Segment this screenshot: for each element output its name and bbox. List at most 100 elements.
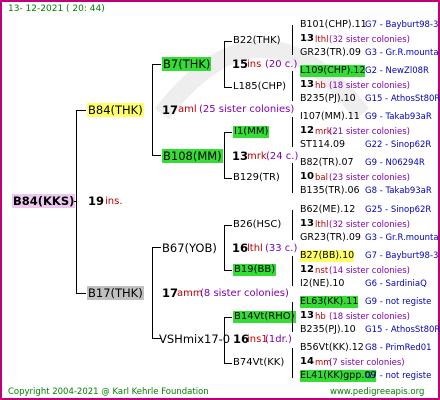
gen3-name-1[interactable]: L185(CHP) [233,81,286,93]
gen3-name-4[interactable]: B26(HSC) [233,219,281,231]
gen2-note-2: (33 c.) [265,243,298,254]
gen1-year-1: 17 [162,286,179,300]
connector [292,71,293,101]
gen1-tag-1: amm [177,288,203,299]
gen3-name-0[interactable]: B22(THK) [233,35,281,47]
connector [292,348,293,378]
gen4-dam-name[interactable]: B235(PJ).10 [300,324,356,336]
gen2-note-3: (1dr.) [265,334,292,345]
gen4-tag: lthl [315,35,329,45]
gen2-year-0: 15 [232,57,249,71]
gen3-name-5[interactable]: B19(BB) [233,264,277,276]
gen1-year-0: 17 [162,103,179,117]
gen2-name-0[interactable]: B7(THK) [162,57,212,71]
connector [76,110,77,294]
gen2-tag-1: mrk [247,151,267,162]
gen3-name-2[interactable]: I1(MM) [233,126,270,138]
gen1-note-0: (25 sister colonies) [199,104,295,115]
gen1-name-0[interactable]: B84(THK) [87,103,144,117]
connector [224,225,232,226]
connector [224,41,232,42]
gen4-note: (18 sister colonies) [329,312,410,322]
gen4-note: (18 sister colonies) [329,81,410,91]
gen1-name-1[interactable]: B17(THK) [87,286,144,300]
connector [152,247,153,339]
connector [224,87,232,88]
connector [224,178,232,179]
gen4-note: (32 sister colonies) [329,35,410,45]
gen3-name-6[interactable]: B14Vt(RHO) [233,311,296,323]
gen4-note: (21 sister colonies) [329,127,410,137]
gen4-dam-ref: G8 - Takab93aR [365,186,432,196]
gen4-sire-ref: G9 - not registe [365,297,432,307]
gen4-tag: hb [315,81,326,91]
gen2-note-1: (24 c.) [266,151,299,162]
gen2-name-2[interactable]: B67(YOB) [162,241,217,255]
gen4-sire-ref: G7 - Bayburt98-3 [365,251,439,261]
gen4-dam-ref: G3 - Gr.R.mounta [365,233,439,243]
gen2-tag-2: lthl [247,243,263,254]
gen4-year: 12 [300,125,314,136]
root-year: 19 [88,194,105,208]
gen2-name-1[interactable]: B108(MM) [162,149,223,163]
gen4-sire-name[interactable]: B27(BB).10 [300,250,355,262]
gen4-sire-name[interactable]: L109(CHP).12 [300,65,366,77]
gen4-sire-name[interactable]: EL63(KK).11 [300,296,359,308]
connector [292,302,293,332]
gen4-note: (14 sister colonies) [329,266,410,276]
root-name[interactable]: B84(KKS) [12,194,76,208]
connector [152,247,161,248]
gen2-tag-0: ins [247,59,262,70]
footer-copyright: Copyright 2004-2021 @ Karl Kehrle Founda… [8,387,209,397]
gen1-note-1: (8 sister colonies) [200,288,289,299]
connector [74,201,76,202]
gen4-tag: lthl [315,220,329,230]
connector [224,132,232,133]
gen2-note-0: (20 c.) [265,59,298,70]
connector [292,117,293,147]
connector [292,163,293,193]
connector [224,41,225,88]
gen4-dam-ref: G22 - Sinop62R [365,140,432,150]
gen4-dam-ref: G6 - SardiniaQ [365,279,427,289]
gen4-dam-ref: G15 - AthosSt80R [365,94,440,104]
connector [152,155,161,156]
gen4-sire-ref: G7 - Bayburt98-3 [365,20,439,30]
gen4-dam-name[interactable]: I2(NE).10 [300,278,344,290]
connector [224,225,225,271]
connector [292,25,293,55]
gen4-year: 13 [300,218,314,229]
gen4-sire-name[interactable]: B62(ME).12 [300,204,355,216]
gen4-note: (32 sister colonies) [329,220,410,230]
gen4-sire-name[interactable]: I107(MM).11 [300,111,360,123]
gen1-tag-0: aml [178,104,197,115]
gen2-year-2: 16 [232,241,249,255]
gen4-tag: bal [315,173,328,183]
gen4-dam-name[interactable]: GR23(TR).09 [300,47,361,59]
connector [76,293,86,294]
gen4-sire-name[interactable]: B101(CHP).11 [300,19,367,31]
connector [224,132,225,179]
gen4-dam-name[interactable]: ST114.09 [300,139,345,151]
gen3-name-7[interactable]: B74Vt(KK) [233,357,284,369]
connector [292,256,293,286]
gen4-sire-ref: G9 - N06294R [365,158,425,168]
gen4-year: 13 [300,79,314,90]
footer-url[interactable]: www.pedigreeapis.org [330,387,424,397]
gen4-dam-ref: G7 - not registe [365,371,432,381]
gen4-dam-name[interactable]: GR23(TR).09 [300,232,361,244]
gen4-dam-name[interactable]: B235(PJ).10 [300,93,356,105]
gen4-note: (7 sister colonies) [329,358,405,368]
gen4-year: 12 [300,264,314,275]
gen4-dam-ref: G3 - Gr.R.mounta [365,48,439,58]
connector [152,64,161,65]
gen2-year-1: 13 [232,149,249,163]
gen3-name-3[interactable]: B129(TR) [233,172,280,184]
gen4-year: 13 [300,33,314,44]
connector [224,317,225,364]
gen4-sire-name[interactable]: B82(TR).07 [300,157,354,169]
gen4-sire-name[interactable]: B56Vt(KK).12 [300,342,364,354]
gen4-dam-name[interactable]: B135(TR).06 [300,185,360,197]
gen4-tag: nst [315,266,329,276]
gen2-name-3[interactable]: VSHmix17-0 [159,332,230,346]
